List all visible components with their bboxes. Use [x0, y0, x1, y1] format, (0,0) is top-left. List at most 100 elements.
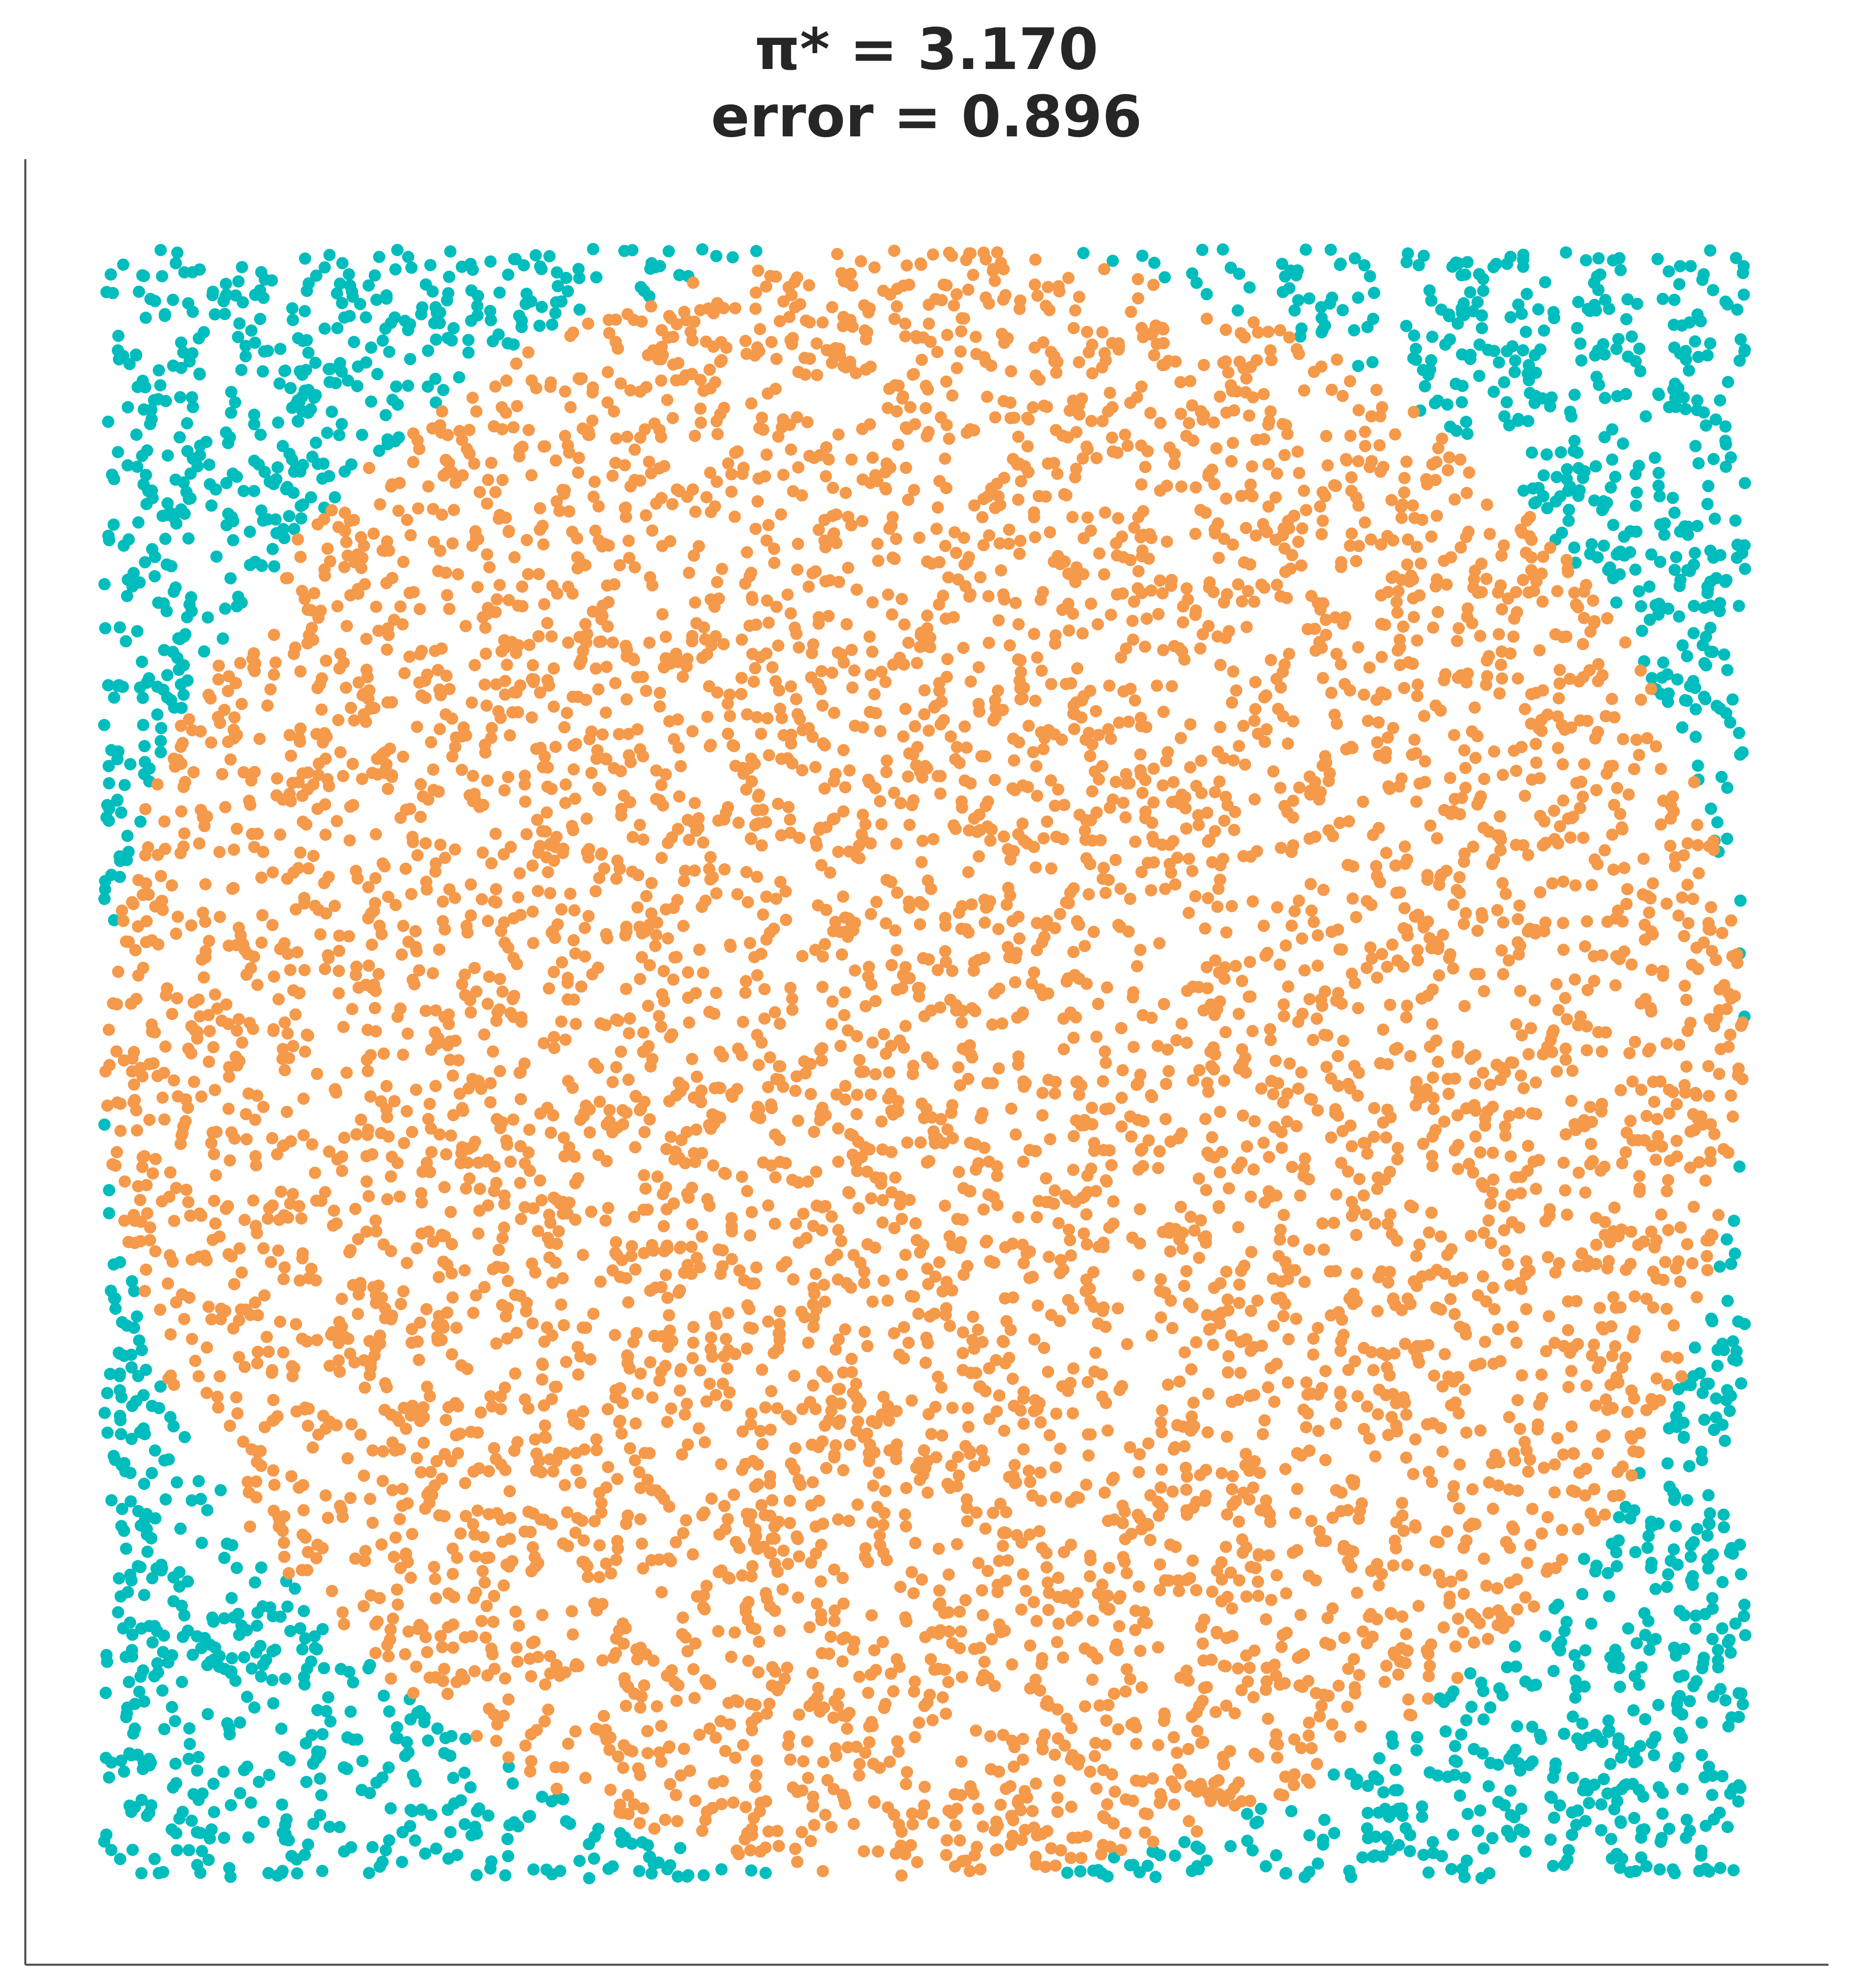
point-outside-1651 [1680, 1814, 1693, 1826]
point-outside-1536 [105, 868, 118, 881]
point-outside-1944 [1519, 1845, 1532, 1858]
point-inside-1135 [659, 630, 672, 643]
point-inside-2005 [856, 515, 869, 528]
point-inside-1553 [1257, 518, 1269, 530]
point-inside-1984 [1214, 390, 1226, 403]
point-inside-2134 [1232, 1662, 1244, 1675]
point-outside-1550 [1712, 1661, 1724, 1674]
point-inside-86 [1551, 1432, 1564, 1445]
point-outside-624 [171, 246, 184, 259]
point-outside-656 [1352, 292, 1364, 304]
point-outside-1829 [173, 1812, 186, 1825]
point-inside-1203 [1561, 1013, 1573, 1026]
point-outside-1654 [1603, 1590, 1615, 1603]
point-outside-1505 [191, 1859, 204, 1871]
point-inside-568 [572, 466, 584, 479]
point-outside-2159 [1501, 258, 1513, 270]
point-inside-610 [1065, 1852, 1077, 1864]
point-outside-1544 [1697, 406, 1710, 419]
point-outside-300 [1509, 1640, 1521, 1653]
point-outside-1800 [1498, 376, 1510, 389]
point-inside-1818 [1081, 511, 1094, 524]
point-outside-1772 [305, 1655, 317, 1668]
point-inside-224 [420, 1303, 433, 1316]
point-inside-2217 [1249, 529, 1262, 542]
point-outside-1264 [1674, 574, 1687, 586]
point-outside-1347 [117, 258, 129, 271]
point-inside-2102 [558, 721, 571, 734]
point-outside-388 [1243, 281, 1256, 294]
point-inside-1562 [1061, 431, 1074, 444]
point-outside-2059 [355, 1784, 368, 1797]
point-outside-525 [135, 1867, 148, 1879]
point-inside-1198 [567, 326, 579, 339]
point-inside-870 [1260, 1613, 1272, 1625]
point-outside-1216 [1538, 324, 1550, 337]
point-outside-1727 [301, 285, 313, 297]
point-inside-2245 [1611, 782, 1624, 794]
point-outside-2248 [546, 1795, 558, 1808]
point-outside-81 [118, 1765, 130, 1778]
point-outside-410 [1449, 1740, 1461, 1752]
point-outside-1623 [715, 1863, 728, 1876]
point-inside-2041 [672, 713, 684, 726]
point-inside-1634 [715, 1798, 728, 1810]
point-inside-1833 [485, 857, 498, 870]
point-inside-2115 [820, 470, 832, 483]
point-outside-2206 [1731, 539, 1744, 551]
point-outside-1170 [1684, 1550, 1697, 1563]
point-outside-1907 [1599, 294, 1612, 306]
point-outside-1330 [317, 457, 330, 470]
point-outside-1676 [1526, 1755, 1539, 1768]
point-inside-933 [1548, 1458, 1561, 1471]
point-inside-582 [1171, 1747, 1183, 1759]
point-outside-1146 [1316, 324, 1329, 336]
point-outside-1486 [471, 300, 483, 312]
point-inside-1865 [589, 885, 602, 897]
point-inside-1964 [1514, 1069, 1527, 1082]
point-inside-1986 [922, 298, 935, 311]
point-inside-354 [473, 486, 486, 499]
point-outside-646 [362, 279, 375, 292]
point-outside-576 [146, 1636, 159, 1649]
point-outside-1394 [245, 324, 258, 337]
point-inside-1666 [548, 700, 560, 713]
point-inside-1763 [941, 329, 953, 341]
point-outside-2120 [276, 1826, 289, 1839]
point-outside-2244 [1678, 520, 1691, 533]
point-inside-299 [864, 908, 877, 920]
point-outside-1322 [274, 1610, 287, 1623]
point-outside-636 [185, 591, 197, 603]
point-outside-2087 [1540, 448, 1553, 461]
point-outside-1379 [120, 1707, 133, 1720]
point-inside-916 [946, 249, 958, 262]
point-inside-1700 [1005, 365, 1017, 378]
point-outside-1696 [122, 533, 135, 546]
point-inside-896 [1479, 1336, 1491, 1348]
point-inside-2073 [360, 715, 372, 728]
point-outside-2200 [113, 1572, 125, 1585]
point-outside-2076 [1190, 276, 1203, 289]
point-outside-144 [543, 250, 556, 263]
point-inside-755 [364, 1090, 377, 1103]
point-inside-635 [826, 301, 838, 314]
point-outside-1911 [1721, 664, 1734, 677]
point-inside-198 [974, 1863, 987, 1876]
point-outside-1699 [1376, 1850, 1389, 1863]
point-outside-479 [214, 1484, 227, 1496]
point-outside-1831 [134, 815, 147, 828]
point-outside-53 [219, 602, 232, 615]
point-outside-1289 [1676, 1783, 1689, 1795]
point-inside-2191 [575, 980, 588, 993]
point-inside-1183 [369, 1618, 382, 1631]
point-outside-1276 [171, 1844, 183, 1857]
point-outside-648 [1517, 344, 1529, 356]
point-inside-1565 [1466, 1483, 1479, 1496]
point-inside-1975 [146, 1025, 158, 1038]
point-outside-1882 [1595, 1824, 1608, 1837]
point-outside-1937 [1576, 1717, 1589, 1730]
point-outside-1693 [131, 1748, 144, 1761]
point-inside-28 [784, 1517, 796, 1529]
point-outside-1851 [263, 1769, 276, 1781]
point-outside-674 [502, 1850, 514, 1863]
